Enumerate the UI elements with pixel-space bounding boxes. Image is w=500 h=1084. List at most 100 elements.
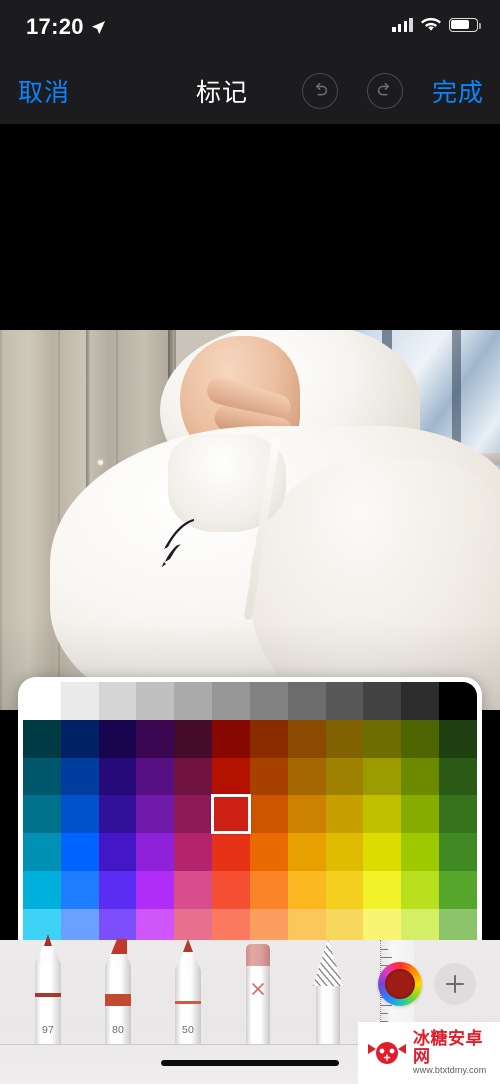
color-swatch[interactable] (23, 719, 61, 758)
color-swatch[interactable] (23, 757, 61, 796)
color-swatch[interactable] (249, 682, 288, 720)
color-swatch[interactable] (60, 682, 99, 720)
color-swatch[interactable] (439, 833, 477, 871)
color-swatch[interactable] (249, 833, 288, 871)
color-swatch[interactable] (325, 719, 364, 758)
color-swatch[interactable] (212, 757, 250, 796)
color-swatch[interactable] (98, 682, 137, 720)
color-swatch[interactable] (98, 795, 137, 834)
color-swatch[interactable] (136, 757, 175, 796)
pencil-tool[interactable]: 50 (166, 939, 210, 1044)
color-swatch[interactable] (439, 682, 477, 720)
color-swatch[interactable] (136, 719, 175, 758)
color-swatch[interactable] (249, 795, 288, 834)
color-palette-grid[interactable] (23, 682, 477, 940)
color-swatch[interactable] (60, 908, 99, 940)
color-swatch[interactable] (325, 757, 364, 796)
color-swatch[interactable] (174, 795, 213, 834)
pen-cone (35, 944, 61, 964)
shading-tool[interactable] (306, 940, 350, 1044)
color-swatch[interactable] (363, 870, 402, 909)
color-swatch[interactable] (212, 719, 250, 758)
color-swatch[interactable] (439, 795, 477, 834)
pen-tool[interactable]: 97 (26, 934, 70, 1044)
color-swatch[interactable] (401, 795, 440, 834)
color-swatch[interactable] (401, 757, 440, 796)
color-swatch[interactable] (363, 682, 402, 720)
color-swatch[interactable] (363, 833, 402, 871)
done-button[interactable]: 完成 (432, 73, 484, 109)
color-swatch[interactable] (249, 719, 288, 758)
color-swatch[interactable] (287, 719, 326, 758)
color-swatch[interactable] (23, 908, 61, 940)
color-swatch[interactable] (287, 795, 326, 834)
color-swatch[interactable] (212, 908, 250, 940)
color-swatch[interactable] (136, 870, 175, 909)
marker-tool[interactable]: 80 (96, 939, 140, 1044)
color-swatch[interactable] (325, 795, 364, 834)
color-swatch[interactable] (325, 908, 364, 940)
color-swatch[interactable] (136, 908, 175, 940)
color-swatch[interactable] (23, 833, 61, 871)
photo-canvas[interactable] (0, 124, 500, 940)
color-swatch[interactable] (174, 908, 213, 940)
color-wheel-button[interactable] (378, 962, 422, 1006)
color-swatch[interactable] (439, 719, 477, 758)
color-swatch[interactable] (287, 908, 326, 940)
home-indicator[interactable] (161, 1060, 339, 1066)
color-swatch[interactable] (60, 719, 99, 758)
color-swatch[interactable] (23, 795, 61, 834)
color-swatch[interactable] (174, 682, 213, 720)
color-swatch[interactable] (174, 719, 213, 758)
color-swatch[interactable] (401, 719, 440, 758)
color-swatch[interactable] (325, 870, 364, 909)
color-swatch[interactable] (60, 795, 99, 834)
eraser-tool[interactable] (236, 940, 280, 1044)
color-swatch[interactable] (287, 682, 326, 720)
color-swatch[interactable] (401, 908, 440, 940)
color-swatch[interactable] (136, 795, 175, 834)
color-swatch[interactable] (174, 870, 213, 909)
color-swatch[interactable] (439, 757, 477, 796)
color-swatch[interactable] (98, 757, 137, 796)
color-swatch[interactable] (60, 833, 99, 871)
color-swatch[interactable] (401, 833, 440, 871)
color-swatch[interactable] (325, 682, 364, 720)
color-swatch[interactable] (23, 870, 61, 909)
color-swatch[interactable] (287, 870, 326, 909)
color-swatch-selected[interactable] (211, 794, 251, 834)
color-swatch[interactable] (249, 870, 288, 909)
redo-button[interactable] (367, 73, 403, 109)
color-swatch[interactable] (363, 795, 402, 834)
color-swatch[interactable] (363, 757, 402, 796)
color-swatch[interactable] (174, 833, 213, 871)
color-swatch[interactable] (136, 833, 175, 871)
color-swatch[interactable] (439, 908, 477, 940)
add-tool-button[interactable] (434, 963, 476, 1005)
color-swatch[interactable] (249, 757, 288, 796)
undo-button[interactable] (302, 73, 338, 109)
color-swatch[interactable] (98, 870, 137, 909)
color-palette-panel[interactable] (18, 677, 482, 940)
color-swatch[interactable] (439, 870, 477, 909)
color-swatch[interactable] (23, 682, 61, 720)
color-swatch[interactable] (363, 908, 402, 940)
color-swatch[interactable] (60, 870, 99, 909)
color-swatch[interactable] (212, 833, 250, 871)
color-swatch[interactable] (60, 757, 99, 796)
cancel-button[interactable]: 取消 (18, 73, 70, 109)
color-swatch[interactable] (98, 833, 137, 871)
color-swatch[interactable] (212, 682, 250, 720)
color-swatch[interactable] (287, 757, 326, 796)
color-swatch[interactable] (401, 870, 440, 909)
color-swatch[interactable] (401, 682, 440, 720)
color-swatch[interactable] (98, 908, 137, 940)
color-swatch[interactable] (136, 682, 175, 720)
color-swatch[interactable] (98, 719, 137, 758)
color-swatch[interactable] (249, 908, 288, 940)
color-swatch[interactable] (325, 833, 364, 871)
color-swatch[interactable] (174, 757, 213, 796)
color-swatch[interactable] (287, 833, 326, 871)
color-swatch[interactable] (212, 870, 250, 909)
color-swatch[interactable] (363, 719, 402, 758)
